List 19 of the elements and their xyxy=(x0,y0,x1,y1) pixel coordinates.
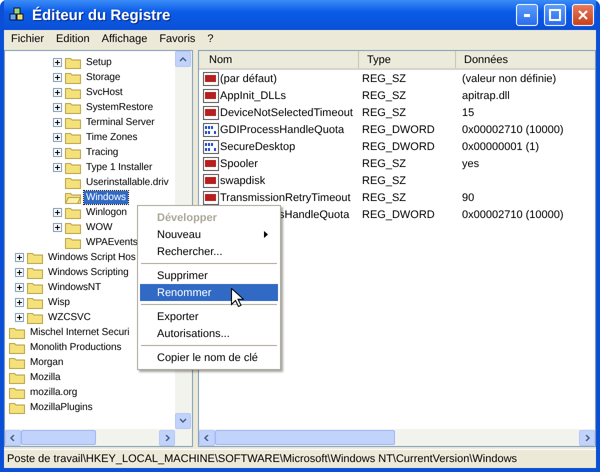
value-type: REG_SZ xyxy=(362,192,406,204)
status-bar: Poste de travail\HKEY_LOCAL_MACHINE\SOFTWARE\Microsoft\Windows NT\CurrentVersion\Windows xyxy=(4,449,596,468)
value-data: 15 xyxy=(462,106,474,118)
value-type: REG_SZ xyxy=(362,72,406,84)
window-title: Éditeur du Registre xyxy=(32,6,172,24)
value-type: REG_DWORD xyxy=(362,124,435,136)
value-data: 0x00002710 (10000) xyxy=(462,208,564,220)
value-type: REG_SZ xyxy=(362,174,406,186)
value-data: (valeur non définie) xyxy=(462,72,556,84)
value-data: 0x00002710 (10000) xyxy=(462,124,564,136)
value-data: apitrap.dll xyxy=(462,90,510,102)
value-type: REG_SZ xyxy=(362,90,406,102)
value-data: 0x00000001 (1) xyxy=(462,140,540,152)
value-type: REG_SZ xyxy=(362,106,406,118)
value-data: yes xyxy=(462,158,480,170)
value-type: REG_DWORD xyxy=(362,140,435,152)
value-type: REG_SZ xyxy=(362,158,406,170)
value-type: REG_DWORD xyxy=(362,208,435,220)
value-data: 90 xyxy=(462,192,474,204)
